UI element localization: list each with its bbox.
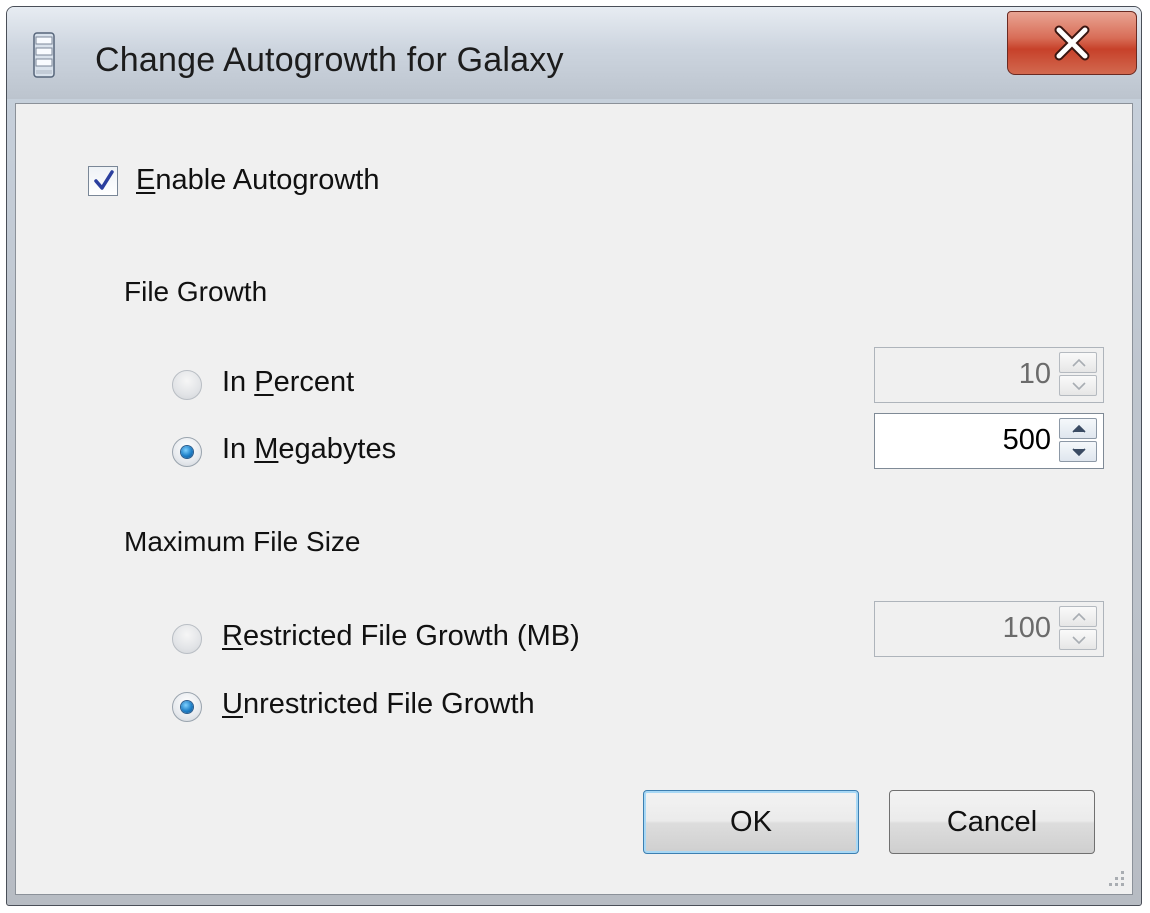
megabytes-increment-button[interactable]	[1059, 418, 1097, 439]
arrow-down-icon	[1072, 448, 1086, 457]
megabytes-stepper-arrows	[1059, 418, 1099, 464]
close-icon	[1054, 25, 1090, 61]
in-megabytes-label[interactable]: In Megabytes	[222, 433, 396, 466]
restricted-size-increment-button[interactable]	[1059, 606, 1097, 627]
window-title: Change Autogrowth for Galaxy	[95, 41, 564, 79]
restricted-size-value: 100	[1002, 612, 1051, 644]
dialog-window: Change Autogrowth for Galaxy Enable Auto…	[6, 6, 1142, 906]
percent-decrement-button[interactable]	[1059, 375, 1097, 396]
enable-autogrowth-checkbox[interactable]	[88, 166, 118, 196]
in-percent-radio[interactable]	[172, 370, 202, 400]
database-icon	[33, 32, 55, 78]
restricted-size-decrement-button[interactable]	[1059, 629, 1097, 650]
restricted-size-stepper-arrows	[1059, 606, 1099, 652]
unrestricted-growth-radio[interactable]	[172, 692, 202, 722]
in-megabytes-radio[interactable]	[172, 437, 202, 467]
radio-selected-dot	[181, 701, 193, 713]
enable-autogrowth-label[interactable]: Enable Autogrowth	[136, 164, 379, 197]
percent-stepper-arrows	[1059, 352, 1099, 398]
resize-grip-icon[interactable]	[1104, 866, 1126, 888]
arrow-up-icon	[1072, 424, 1086, 433]
title-bar[interactable]: Change Autogrowth for Galaxy	[7, 7, 1141, 99]
arrow-down-icon	[1072, 636, 1086, 645]
in-percent-label[interactable]: In Percent	[222, 366, 354, 399]
megabytes-decrement-button[interactable]	[1059, 441, 1097, 462]
ok-button[interactable]: OK	[643, 790, 859, 854]
percent-increment-button[interactable]	[1059, 352, 1097, 373]
percent-value: 10	[1018, 358, 1051, 390]
cancel-button[interactable]: Cancel	[889, 790, 1095, 854]
arrow-up-icon	[1072, 358, 1086, 367]
dialog-body: Enable Autogrowth File Growth In Percent…	[15, 103, 1133, 895]
percent-stepper[interactable]: 10	[874, 347, 1104, 403]
max-file-size-group-label: Maximum File Size	[124, 526, 361, 557]
file-growth-group-label: File Growth	[124, 276, 268, 307]
restricted-growth-label[interactable]: Restricted File Growth (MB)	[222, 620, 580, 653]
radio-selected-dot	[181, 446, 193, 458]
arrow-up-icon	[1072, 612, 1086, 621]
restricted-size-stepper[interactable]: 100	[874, 601, 1104, 657]
megabytes-value: 500	[1002, 424, 1051, 456]
arrow-down-icon	[1072, 382, 1086, 391]
unrestricted-growth-label[interactable]: Unrestricted File Growth	[222, 688, 535, 721]
checkmark-icon	[94, 170, 114, 190]
megabytes-stepper[interactable]: 500	[874, 413, 1104, 469]
restricted-growth-radio[interactable]	[172, 624, 202, 654]
close-button[interactable]	[1007, 11, 1137, 75]
